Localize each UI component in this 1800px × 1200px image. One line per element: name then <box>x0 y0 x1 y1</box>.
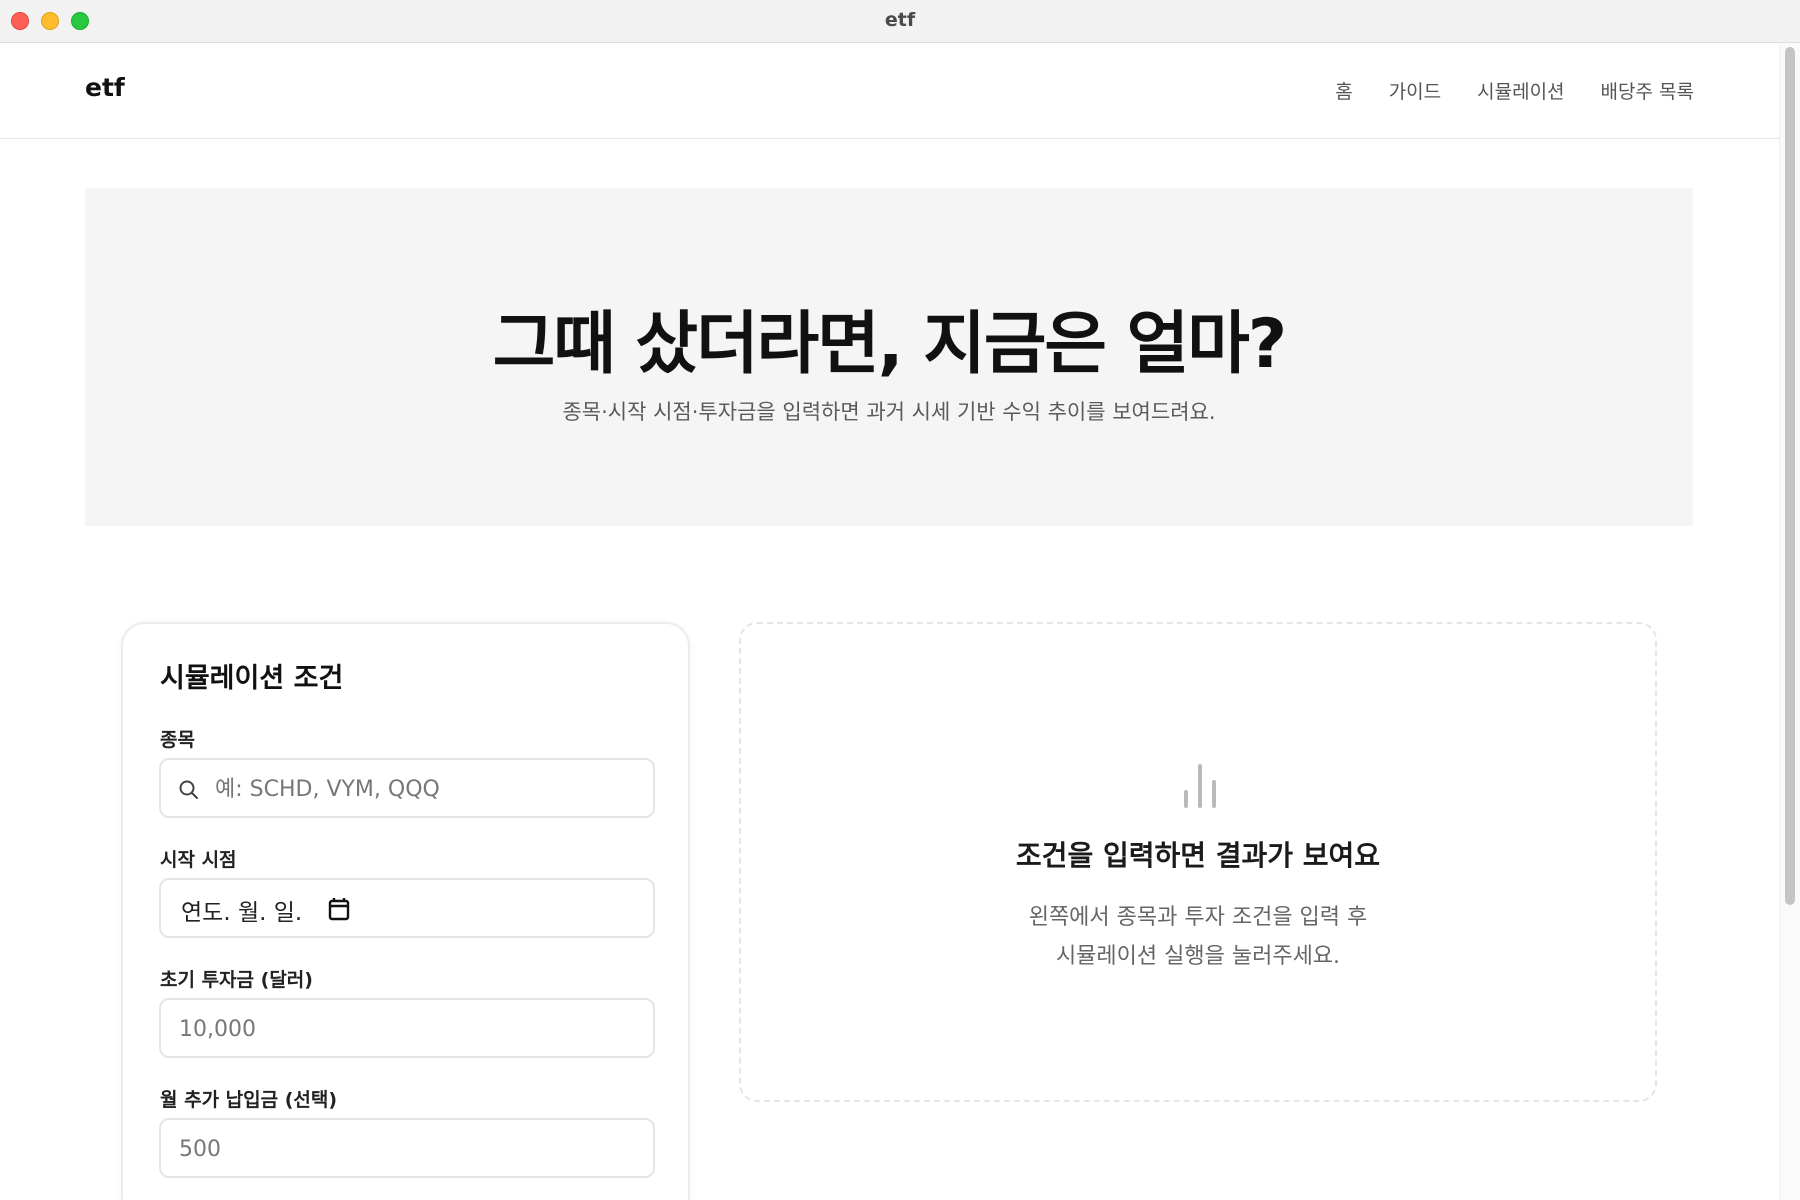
ticker-search-field[interactable] <box>159 758 655 818</box>
initial-investment-label: 초기 투자금 (달러) <box>160 969 313 991</box>
initial-investment-field[interactable] <box>159 998 655 1058</box>
start-date-value[interactable]: 연도. 월. 일. <box>181 893 302 927</box>
scrollbar-thumb[interactable] <box>1785 47 1795 905</box>
window-title: etf <box>884 9 916 31</box>
search-icon <box>179 780 198 799</box>
nav-simulation-link[interactable]: 시뮬레이션 <box>1477 77 1564 104</box>
simulation-form-card: 시뮬레이션 조건 종목 시작 시점 연도. 월. 일. 초기 투자금 (달러) … <box>121 622 690 1200</box>
calendar-icon[interactable] <box>327 896 351 922</box>
nav-guide-link[interactable]: 가이드 <box>1389 77 1441 104</box>
app-window: etf etf 홈 가이드 시뮬레이션 배당주 목록 그때 샀더라면, 지금은 … <box>0 0 1800 1200</box>
monthly-contribution-label: 월 추가 납입금 (선택) <box>160 1089 338 1111</box>
result-description-line-1: 왼쪽에서 종목과 투자 조건을 입력 후 <box>1028 905 1368 930</box>
form-title: 시뮬레이션 조건 <box>160 663 344 694</box>
hero-title: 그때 샀더라면, 지금은 얼마? <box>492 305 1287 384</box>
page-scrollbar[interactable] <box>1779 43 1800 1200</box>
start-date-field[interactable]: 연도. 월. 일. <box>159 878 655 938</box>
result-title: 조건을 입력하면 결과가 보여요 <box>1015 839 1381 872</box>
ticker-label: 종목 <box>160 729 195 751</box>
initial-investment-input[interactable] <box>179 1012 629 1046</box>
result-description-line-2: 시뮬레이션 실행을 눌러주세요. <box>1055 944 1341 969</box>
site-header: etf 홈 가이드 시뮬레이션 배당주 목록 <box>0 43 1779 139</box>
hero-subtitle: 종목·시작 시점·투자금을 입력하면 과거 시세 기반 수익 추이를 보여드려요… <box>562 400 1216 424</box>
bar-chart-icon <box>1184 764 1216 808</box>
start-date-label: 시작 시점 <box>160 849 237 871</box>
main-nav: 홈 가이드 시뮬레이션 배당주 목록 <box>1335 77 1694 104</box>
monthly-contribution-input[interactable] <box>179 1132 629 1166</box>
nav-home-link[interactable]: 홈 <box>1335 77 1352 104</box>
result-placeholder-card: 조건을 입력하면 결과가 보여요 왼쪽에서 종목과 투자 조건을 입력 후 시뮬… <box>739 622 1657 1102</box>
site-logo[interactable]: etf <box>85 73 125 102</box>
ticker-input[interactable] <box>215 772 635 806</box>
monthly-contribution-field[interactable] <box>159 1118 655 1178</box>
title-bar: etf <box>0 0 1800 43</box>
nav-dividend-list-link[interactable]: 배당주 목록 <box>1601 77 1694 104</box>
hero-section: 그때 샀더라면, 지금은 얼마? 종목·시작 시점·투자금을 입력하면 과거 시… <box>85 188 1693 526</box>
